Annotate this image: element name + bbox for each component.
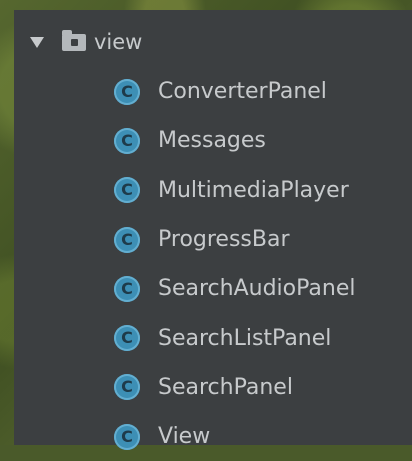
tree-item-messages[interactable]: C Messages <box>114 116 355 165</box>
folder-icon <box>62 29 86 51</box>
tree-item-label: ProgressBar <box>158 227 290 253</box>
class-icon: C <box>114 226 140 253</box>
tree-item-view[interactable]: C View <box>114 412 355 461</box>
tree-item-searchpanel[interactable]: C SearchPanel <box>114 363 355 412</box>
class-icon: C <box>114 275 140 302</box>
tree-item-label: MultimediaPlayer <box>158 177 349 203</box>
tree-item-label: SearchListPanel <box>158 325 332 351</box>
tree-item-searchlistpanel[interactable]: C SearchListPanel <box>114 313 355 362</box>
tree-item-converterpanel[interactable]: C ConverterPanel <box>114 67 355 116</box>
class-icon: C <box>114 78 140 105</box>
project-tree-panel: view C ConverterPanel C Messages C Multi… <box>14 10 412 450</box>
tree-item-label: View <box>158 424 211 450</box>
class-list: C ConverterPanel C Messages C Multimedia… <box>114 67 355 461</box>
tree-item-label: SearchAudioPanel <box>158 276 356 302</box>
tree-item-multimediaplayer[interactable]: C MultimediaPlayer <box>114 166 355 215</box>
folder-label: view <box>94 30 143 54</box>
class-icon: C <box>114 374 140 401</box>
tree-item-label: ConverterPanel <box>158 79 327 105</box>
class-icon: C <box>114 325 140 352</box>
class-icon: C <box>114 423 140 450</box>
class-icon: C <box>114 127 140 154</box>
class-icon: C <box>114 177 140 204</box>
tree-item-label: SearchPanel <box>158 374 293 400</box>
tree-item-progressbar[interactable]: C ProgressBar <box>114 215 355 264</box>
tree-folder-view[interactable]: view <box>14 22 142 62</box>
tree-item-searchaudiopanel[interactable]: C SearchAudioPanel <box>114 264 355 313</box>
expand-arrow-icon[interactable] <box>30 36 44 48</box>
tree-item-label: Messages <box>158 128 266 154</box>
